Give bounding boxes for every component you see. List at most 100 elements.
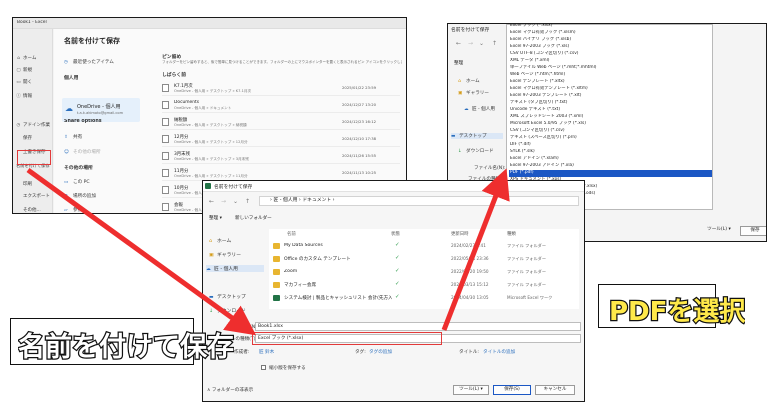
file-type-option-pdf[interactable]: PDF (*.pdf) xyxy=(509,170,712,177)
column-header-type[interactable]: 種類 xyxy=(507,231,516,237)
download-icon: ↓ xyxy=(209,309,214,314)
file-type-option[interactable]: Excel 97-2003 テンプレート (*.xlt) xyxy=(509,93,712,100)
file-type-option[interactable]: XML データ (*.xml) xyxy=(509,58,712,65)
save-button[interactable]: 保存 xyxy=(740,226,766,236)
back-icon[interactable]: ← xyxy=(456,40,461,47)
info-icon: ⓘ xyxy=(16,94,21,99)
sidebar-item-new[interactable]: ▢ 新規 xyxy=(16,67,32,73)
file-type-option[interactable]: CSV (コンマ区切り) (*.csv) xyxy=(509,128,712,135)
location-other-share[interactable]: ☺ その他の場所 xyxy=(64,149,101,155)
location-share[interactable]: ⇪ 共有 xyxy=(64,134,82,140)
file-type-option[interactable]: テキスト (スペース区切り) (*.prn) xyxy=(509,135,712,142)
tools-button[interactable]: ツール(L) ▾ xyxy=(453,385,489,395)
nav-desktop[interactable]: ▬ デスクトップ xyxy=(451,133,503,139)
title-label: タイトル: xyxy=(459,350,479,355)
hide-folders-toggle[interactable]: ∧ フォルダーの非表示 xyxy=(207,387,253,393)
file-type-option[interactable]: Excel マクロ有効ブック (*.xlsm) xyxy=(509,30,712,37)
nav-downloads[interactable]: ↓ ダウンロード xyxy=(209,307,246,314)
home-icon: ⌂ xyxy=(17,56,20,61)
nav-home[interactable]: ⌂ ホーム xyxy=(209,237,231,244)
file-type-option[interactable]: Excel バイナリ ブック (*.xlsb) xyxy=(509,37,712,44)
nav-downloads[interactable]: ↓ ダウンロード xyxy=(458,148,494,154)
organize-button[interactable]: 整理 ▾ xyxy=(209,215,222,221)
file-type-option[interactable]: Web ページ (*.htm;*.html) xyxy=(509,72,712,79)
nav-personal[interactable]: ☁ 匠 - 個人用 xyxy=(206,265,264,272)
personal-section-title: 個人用 xyxy=(64,76,79,81)
table-row[interactable]: Office のカスタム テンプレート ✓ 2022/05/24 23:36 ファイル… xyxy=(273,254,573,265)
tag-value[interactable]: タグの追加 xyxy=(369,349,392,355)
up-icon[interactable]: ↑ xyxy=(492,40,497,47)
file-name-input[interactable]: Book1.xlsx xyxy=(255,322,581,331)
sidebar-item-addin[interactable]: ◷ アドイン作業 xyxy=(16,122,50,128)
cancel-button[interactable]: キャンセル xyxy=(535,385,575,395)
file-type-option[interactable]: Excel アドイン (*.xlam) xyxy=(509,156,712,163)
back-icon[interactable]: ← xyxy=(209,198,214,205)
callout-save-as: 名前を付けて保存 xyxy=(10,318,234,365)
file-type-option[interactable]: Excel テンプレート (*.xltx) xyxy=(509,79,712,86)
save-button[interactable]: 保存(S) xyxy=(493,385,531,395)
sync-ok-icon: ✓ xyxy=(395,294,400,300)
organize-button[interactable]: 整理 xyxy=(454,60,463,66)
history-icon: ◷ xyxy=(16,123,21,128)
up-icon[interactable]: ↑ xyxy=(245,198,250,205)
file-type-option[interactable]: 単一ファイル Web ページ (*.mht;*.mhtml) xyxy=(509,65,712,72)
forward-icon[interactable]: → xyxy=(468,40,473,47)
location-this-pc[interactable]: ▭ この PC xyxy=(64,179,90,185)
title-bar: Book1 - Excel xyxy=(13,18,406,29)
recent-folder-row[interactable]: 12月分 OneDrive - 個人用 » デスクトップ » 12月分 2024/1… xyxy=(162,132,400,147)
pinned-title: ピン留め xyxy=(162,55,182,60)
file-type-option[interactable]: CSV UTF-8 (コンマ区切り) (*.csv) xyxy=(509,51,712,58)
location-add-place[interactable]: ⊕ 場所の追加 xyxy=(64,193,96,199)
recent-folder-row[interactable]: 11月分 OneDrive - 個人用 » デスクトップ » 11月分 2024/1… xyxy=(162,166,400,181)
new-folder-button[interactable]: 新しいフォルダー xyxy=(235,215,272,221)
file-type-option[interactable]: SYLK (*.slk) xyxy=(509,149,712,156)
nav-personal[interactable]: ☁ 匠 - 個人用 xyxy=(464,106,495,112)
file-type-option[interactable]: Microsoft Excel 5.0/95 ブック (*.xls) xyxy=(509,121,712,128)
title-value[interactable]: タイトルの追加 xyxy=(483,349,515,355)
file-type-option[interactable]: Excel 97-2003 ブック (*.xls) xyxy=(509,44,712,51)
column-header-status[interactable]: 状態 xyxy=(391,231,400,237)
nav-gallery[interactable]: ▣ ギャラリー xyxy=(209,251,241,258)
thumbnail-checkbox[interactable] xyxy=(261,365,266,370)
file-type-option[interactable]: Excel マクロ有効テンプレート (*.xltm) xyxy=(509,86,712,93)
location-browse[interactable]: ▱ 参照 xyxy=(64,207,82,213)
file-type-option[interactable]: Excel 97-2003 アドイン (*.xla) xyxy=(509,163,712,170)
file-type-option[interactable]: DIF (*.dif) xyxy=(509,142,712,149)
sidebar-item-open[interactable]: ▭ 開く xyxy=(16,79,32,85)
other-section-title: その他の場所 xyxy=(64,166,93,171)
table-row[interactable]: Zoom ✓ 2022/05/20 19:50 ファイル フォルダー xyxy=(273,267,573,278)
nav-desktop[interactable]: ▬ デスクトップ xyxy=(209,293,246,300)
table-row[interactable]: システム検討 | 製品とキャッシュリスト 会計(先方入用 v...✓2024/0… xyxy=(273,293,573,304)
recent-folder-row[interactable]: 納税額 OneDrive - 個人用 » デスクトップ » 納税額 2024/12/… xyxy=(162,115,400,130)
sidebar-item-save[interactable]: 保存 xyxy=(16,135,32,141)
file-type-option[interactable]: テキスト (タブ区切り) (*.txt) xyxy=(509,100,712,107)
recent-folder-row[interactable]: Documents OneDrive - 個人用 » ドキュメント 2024/12/… xyxy=(162,98,400,113)
sidebar-item-print[interactable]: 印刷 xyxy=(16,181,32,187)
chevron-down-icon[interactable]: ⌄ xyxy=(479,40,484,47)
file-type-option[interactable]: Unicode テキスト (*.txt) xyxy=(509,107,712,114)
recent-folder-row[interactable]: K7.1月次 OneDrive - 個人用 » デスクトップ » K7.1月次 20… xyxy=(162,81,400,96)
column-header-date[interactable]: 更新日時 xyxy=(451,231,469,237)
file-type-option[interactable]: Excel ブック (*.xlsx) xyxy=(509,24,712,30)
chevron-down-icon[interactable]: ⌄ xyxy=(233,198,238,205)
nav-home[interactable]: ⌂ ホーム xyxy=(458,78,480,84)
author-value[interactable]: 匠 鈴木 xyxy=(259,349,274,355)
tools-button[interactable]: ツール(L) ▾ xyxy=(702,226,736,236)
home-icon: ⌂ xyxy=(209,239,213,244)
address-bar[interactable]: › 匠 - 個人用 › ドキュメント › xyxy=(259,196,579,206)
sidebar-item-more[interactable]: その他... xyxy=(16,207,41,213)
author-label: 作成者: xyxy=(234,350,250,355)
column-header-name[interactable]: 名前 xyxy=(287,231,296,237)
sidebar-item-info[interactable]: ⓘ 情報 xyxy=(16,93,32,99)
folder-list: 名前 状態 更新日時 種類 My Data Sources ✓ 2024/02/23… xyxy=(269,229,579,309)
table-row[interactable]: My Data Sources ✓ 2024/02/23 9:41 ファイル フォルダ… xyxy=(273,241,573,252)
table-row[interactable]: マカフィー会席 ✓ 2024/03/13 15:12 ファイル フォルダー xyxy=(273,280,573,291)
recent-folder-row[interactable]: 3月末残 OneDrive - 個人用 » デスクトップ » 3月末残 2024/1… xyxy=(162,149,400,164)
forward-icon[interactable]: → xyxy=(221,198,226,205)
sync-ok-icon: ✓ xyxy=(395,255,400,261)
sidebar-item-export[interactable]: エクスポート xyxy=(16,193,50,199)
file-type-option[interactable]: XML スプレッドシート 2003 (*.xml) xyxy=(509,114,712,121)
location-recent[interactable]: ◷ 最近使ったアイテム xyxy=(64,59,114,65)
nav-gallery[interactable]: ▣ ギャラリー xyxy=(458,90,489,96)
sidebar-item-home[interactable]: ⌂ ホーム xyxy=(16,55,36,61)
